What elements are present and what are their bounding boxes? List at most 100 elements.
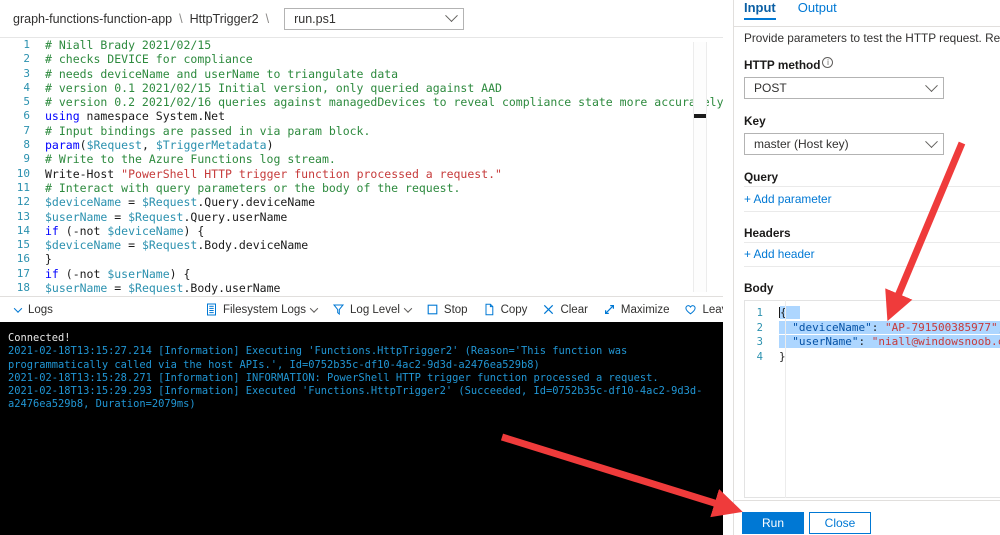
code-line-text: }: [45, 252, 52, 267]
filter-icon: [332, 303, 345, 316]
toolbar-button-label: Maximize: [620, 303, 670, 316]
console-line: 2021-02-18T13:15:28.271 [Information] IN…: [8, 371, 659, 384]
close-button[interactable]: Close: [809, 512, 871, 534]
file-select-dropdown[interactable]: run.ps1: [284, 7, 465, 30]
body-line-number: 2: [756, 321, 763, 334]
toolbar-button-log-level[interactable]: Log Level: [332, 297, 413, 323]
code-line: 4 # version 0.1 2021/02/15 Initial versio…: [0, 81, 723, 95]
code-line-number: 4: [23, 80, 30, 94]
text-cursor: [779, 306, 780, 318]
code-line: 6 using namespace System.Net: [0, 109, 723, 123]
tab-input[interactable]: Input: [744, 0, 776, 20]
pane-divider[interactable]: [723, 0, 733, 535]
http-method-label-text: HTTP method: [744, 58, 821, 72]
panel-tabs: Input Output: [734, 0, 1000, 26]
code-line: 15 $deviceName = $Request.Body.deviceName: [0, 238, 723, 252]
console-line: Connected!: [8, 332, 71, 344]
body-line-number: 1: [756, 307, 763, 319]
code-line-number: 1: [23, 38, 30, 51]
code-line-number: 14: [16, 223, 30, 237]
query-divider-bottom: [744, 211, 1000, 212]
tabs-underline: [734, 26, 1000, 27]
code-line: 11 # Interact with query parameters or th…: [0, 181, 723, 195]
query-divider-top: [744, 186, 1000, 187]
code-line-number: 16: [16, 252, 30, 266]
code-line-text: if (-not $deviceName) {: [45, 223, 205, 238]
toolbar-button-label: Clear: [560, 303, 588, 316]
body-line-text: "deviceName": "AP-791500385977",: [775, 320, 1000, 336]
code-line-text: # Interact with query parameters or the …: [45, 180, 461, 195]
code-line: 3 # needs deviceName and userName to tria…: [0, 67, 723, 81]
code-line-number: 13: [16, 209, 30, 223]
body-line-number: 3: [756, 336, 763, 348]
body-line-number: 4: [756, 350, 763, 363]
code-line-text: using namespace System.Net: [45, 109, 226, 124]
info-icon[interactable]: i: [822, 56, 834, 68]
breadcrumb-function[interactable]: HttpTrigger2: [190, 12, 259, 26]
log-console[interactable]: Connected! 2021-02-18T13:15:27.214 [Infor…: [0, 322, 723, 535]
code-line: 1 # Niall Brady 2021/02/15: [0, 38, 723, 52]
toolbar-button-label: Log Level: [350, 303, 400, 316]
code-line-text: # Write to the Azure Functions log strea…: [45, 152, 336, 167]
key-dropdown[interactable]: master (Host key): [744, 133, 944, 155]
code-line-text: $deviceName = $Request.Query.deviceName: [45, 195, 316, 210]
body-line-text: {: [775, 306, 800, 321]
code-scrollbar-thumb[interactable]: [694, 114, 706, 118]
headers-divider-bottom: [744, 266, 1000, 267]
code-line-number: 7: [23, 123, 30, 137]
tab-output[interactable]: Output: [798, 0, 837, 20]
toolbar-button-clear[interactable]: Clear: [542, 297, 588, 323]
code-line-number: 6: [23, 109, 30, 123]
body-gutter-divider: [785, 300, 786, 498]
code-line-text: if (-not $userName) {: [45, 266, 191, 281]
breadcrumb-app[interactable]: graph-functions-function-app: [13, 12, 172, 26]
code-line: 7 # Input bindings are passed in via para…: [0, 124, 723, 138]
file-select-value: run.ps1: [294, 11, 336, 26]
code-line-number: 9: [23, 152, 30, 166]
code-line-number: 11: [16, 180, 30, 194]
toolbar-button-label: Copy: [500, 303, 528, 316]
toolbar-button-copy[interactable]: Copy: [483, 297, 528, 323]
chevron-down-icon: [13, 303, 23, 313]
add-parameter-button[interactable]: + Add parameter: [744, 192, 832, 206]
app-root: graph-functions-function-app \ HttpTrigg…: [0, 0, 1000, 535]
toolbar-button-filesystem-logs[interactable]: Filesystem Logs: [205, 297, 319, 323]
body-line: 2 "deviceName": "AP-791500385977",: [745, 320, 1000, 336]
http-method-dropdown[interactable]: POST: [744, 77, 944, 99]
code-line: 14 if (-not $deviceName) {: [0, 224, 723, 238]
code-line-number: 3: [23, 66, 30, 80]
run-button[interactable]: Run: [742, 512, 804, 534]
code-line: 12 $deviceName = $Request.Query.deviceNam…: [0, 195, 723, 209]
code-line: 10 Write-Host "PowerShell HTTP trigger fu…: [0, 167, 723, 181]
logs-collapse-toggle[interactable]: Logs: [13, 297, 53, 323]
code-line-text: # Input bindings are passed in via param…: [45, 123, 371, 138]
add-header-button[interactable]: + Add header: [744, 247, 815, 261]
test-run-panel: Input Output Provide parameters to test …: [733, 0, 1000, 535]
toolbar-button-label: Stop: [443, 303, 468, 316]
body-json-editor[interactable]: 1{ 2 "deviceName": "AP-791500385977", 3 …: [744, 300, 1000, 498]
maximize-icon: [603, 303, 616, 316]
clear-icon: [542, 303, 555, 316]
code-line-text: # Niall Brady 2021/02/15: [45, 38, 212, 52]
code-editor[interactable]: 1 # Niall Brady 2021/02/15 2 # checks DEVIC…: [0, 38, 723, 296]
code-line-number: 5: [23, 95, 30, 109]
logs-toolbar: Logs Filesystem Logs Log Level Stop Copy Cle…: [0, 296, 788, 323]
query-label: Query: [744, 170, 779, 184]
code-line-text: Write-Host "PowerShell HTTP trigger func…: [45, 166, 502, 181]
stop-icon: [426, 303, 439, 316]
code-line: 13 $userName = $Request.Query.userName: [0, 210, 723, 224]
body-line: 4}: [745, 350, 1000, 365]
code-line-text: $userName = $Request.Body.userName: [45, 281, 281, 296]
toolbar-button-stop[interactable]: Stop: [426, 297, 468, 323]
code-scrollbar-track[interactable]: [693, 42, 707, 292]
footer-divider: [734, 500, 1000, 501]
toolbar-button-label: Filesystem Logs: [222, 303, 307, 316]
code-line-number: 10: [16, 166, 30, 180]
http-method-value: POST: [754, 81, 787, 95]
copy-icon: [483, 303, 496, 316]
code-line-text: $deviceName = $Request.Body.deviceName: [45, 238, 309, 253]
code-line-number: 15: [16, 238, 30, 252]
toolbar-button-maximize[interactable]: Maximize: [603, 297, 670, 323]
code-line-text: # checks DEVICE for compliance: [45, 52, 253, 67]
code-pane: graph-functions-function-app \ HttpTrigg…: [0, 0, 788, 535]
